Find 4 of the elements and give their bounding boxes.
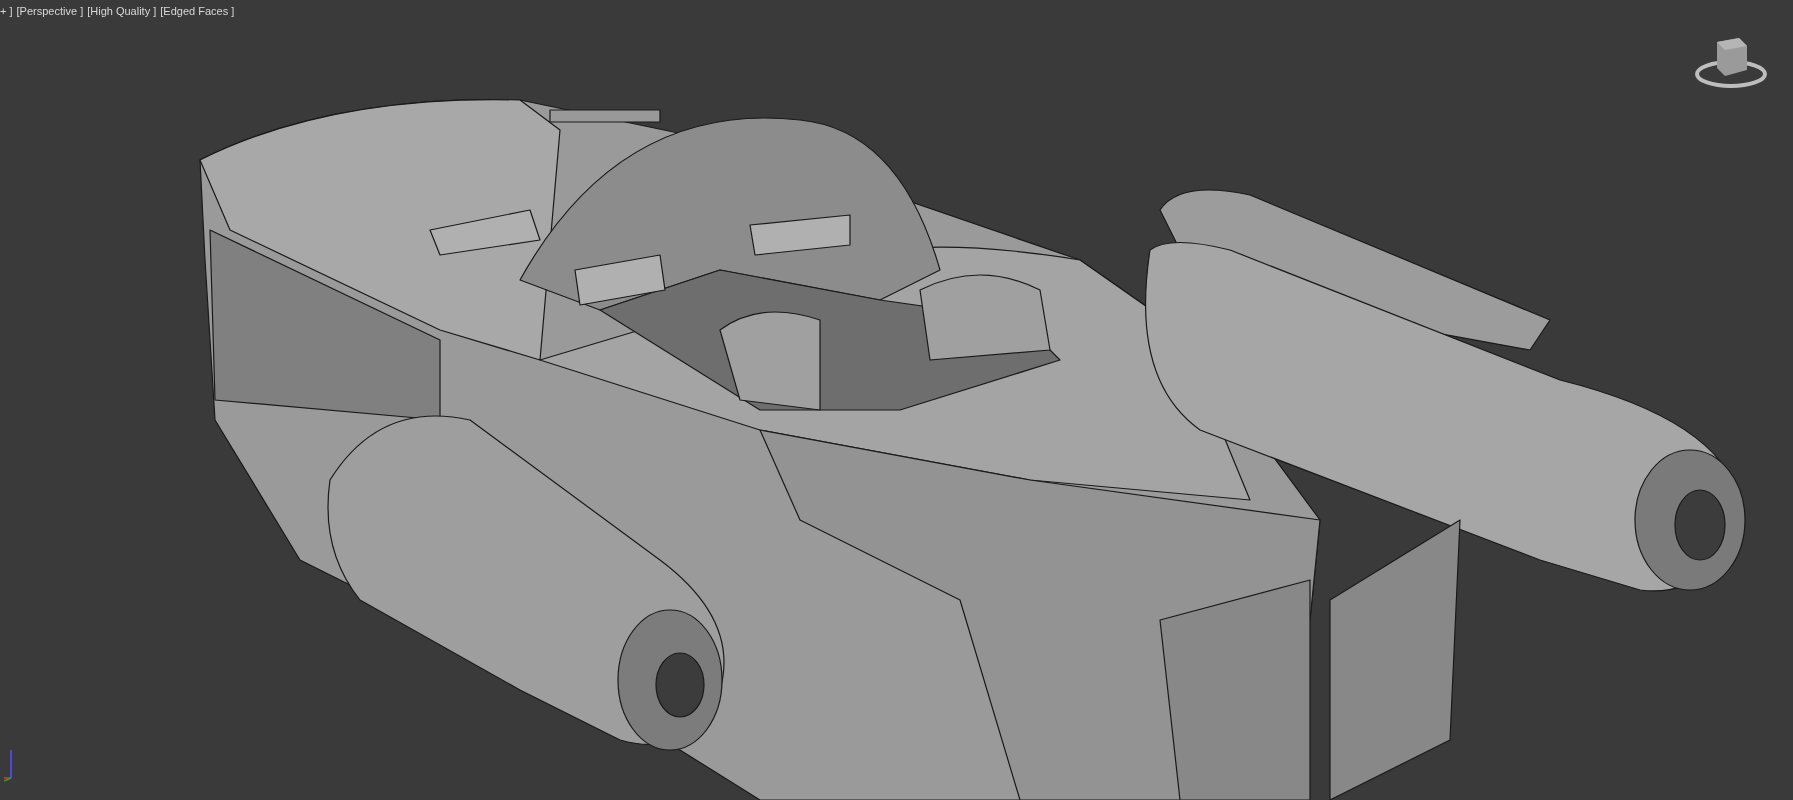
viewport-label[interactable]: [Edged Faces ] [160, 4, 235, 18]
viewport-label[interactable]: + ] [0, 4, 13, 18]
viewport-label[interactable]: [High Quality ] [87, 4, 157, 18]
viewport-label[interactable]: [Perspective ] [16, 4, 84, 18]
